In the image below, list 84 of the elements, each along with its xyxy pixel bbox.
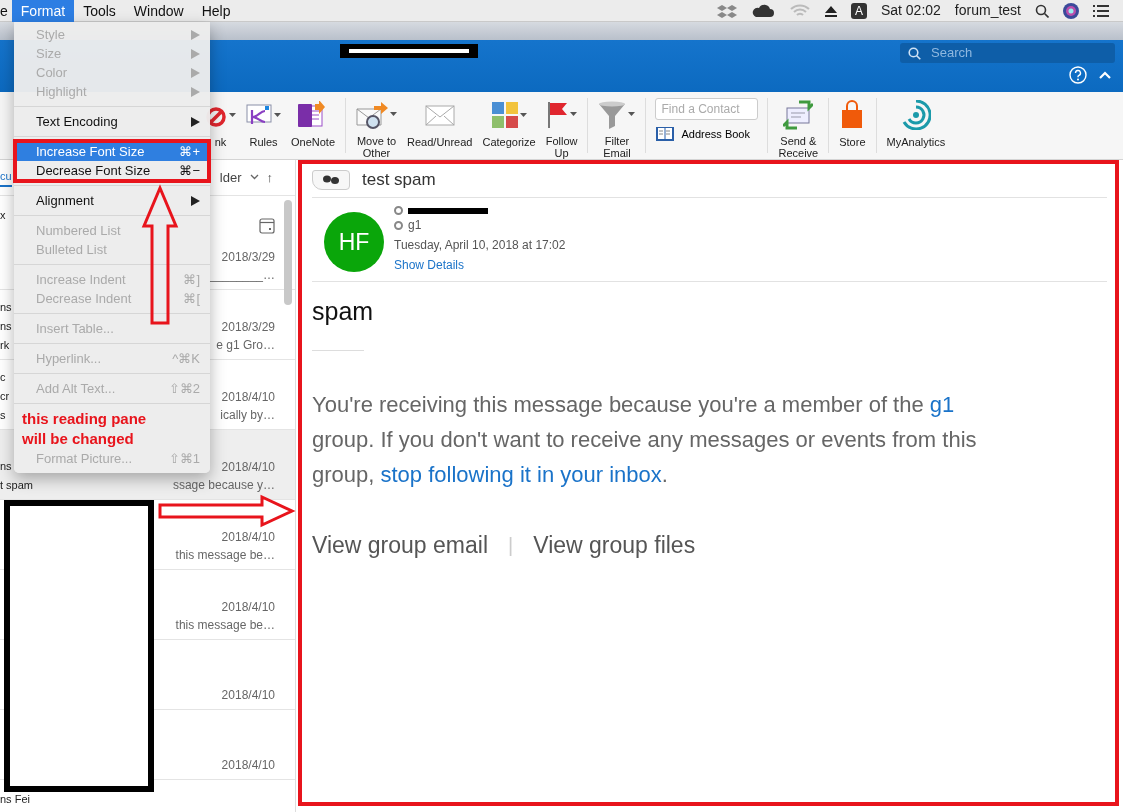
message-preview: this message be… [175,547,275,564]
menu-item[interactable]: Alignment [14,191,210,210]
scrollbar-thumb[interactable] [284,200,292,305]
list-icon[interactable] [1093,3,1109,18]
read-button[interactable]: Read/Unread [402,98,478,159]
group-link[interactable]: View group email [312,528,488,563]
recipient-name: g1 [408,217,422,234]
search-input[interactable]: Search [929,42,1089,64]
folder-label: x [0,208,6,223]
avatar: HF [324,212,384,272]
menu-item[interactable]: Help [192,0,240,22]
message-date: 2018/4/10 [221,687,275,704]
conversation-button[interactable] [312,169,350,190]
message-text: ns [0,300,12,315]
envelope-icon [424,102,455,128]
cloud-icon[interactable] [750,2,775,19]
message-preview: ssage because y… [172,477,275,494]
annotation-note: this reading pane will be changed [22,409,148,449]
message-text: rk [0,338,11,353]
menu-clock[interactable]: Sat 02:02 [880,0,941,21]
rules-button[interactable]: Rules [241,98,286,159]
focused-tab[interactable]: cu [0,168,12,187]
shopping-bag-icon [840,100,865,130]
analytics-button[interactable]: MyAnalytics [881,98,951,159]
onenote-button[interactable]: OneNote [286,98,341,159]
message-date: 2018/4/10 [221,389,275,406]
sendreceive-button[interactable]: Send & Receive [773,98,824,159]
funnel-icon [598,100,627,129]
help-icon[interactable] [1069,66,1087,84]
message-date: 2018/4/10 [221,529,275,546]
message-text: ns [0,319,12,334]
colored-squares-icon [491,102,518,128]
message-text: ns Fei [0,792,30,807]
search-icon[interactable] [1035,3,1049,18]
message-text: t spam [0,478,33,493]
menu-item[interactable]: Decrease Font Size ⌘− [14,161,210,180]
flag-button[interactable]: Follow Up [540,98,583,159]
group-link[interactable]: View group files [533,528,696,563]
flag-icon [546,100,569,129]
concentric-arcs-icon [900,100,931,130]
contact-search-field[interactable]: Find a Contact [655,98,759,120]
address-book-button[interactable]: Address Book [655,126,759,143]
book-icon [655,126,676,143]
show-details-link[interactable]: Show Details [394,255,566,275]
message-date: 2018/4/10 [221,459,275,476]
message-date: 2018/4/10 [221,599,275,616]
menu-item[interactable]: Format [11,0,75,22]
link-separator: | [508,533,514,559]
message-text: c [0,370,7,385]
sort-direction[interactable]: ↑ [266,167,273,188]
menu-item[interactable]: e [0,0,12,22]
store-button[interactable]: Store [834,98,871,159]
collapse-caret-icon[interactable] [1099,71,1111,79]
user-name[interactable]: forum_test [954,0,1021,21]
message-date: 2018/3/29 [221,319,275,336]
menu-item[interactable]: Window [124,0,193,22]
message-subject: test spam [362,168,436,191]
message-body: You're receiving this message because you're a member of the g1 group. If you don't want to receive any messages or events from this group, stop following it in your inbox. [312,391,978,489]
search-icon [908,46,921,60]
message-heading: spam [312,296,375,326]
message-date: 2018/4/10 [221,757,275,774]
message-preview: this message be… [175,617,275,634]
message-preview: e g1 Gro… [216,337,275,354]
message-text: ns [0,459,13,474]
chevron-down-icon[interactable] [249,173,259,180]
input-source-indicator[interactable]: A [850,2,867,19]
filter-button[interactable]: Filter Email [593,98,641,159]
search-bar[interactable]: Search [900,43,1115,63]
message-preview: ________… [209,267,275,284]
message-date: 2018/3/29 [221,249,275,266]
sort-label[interactable]: lder [219,167,242,188]
move-button[interactable]: Move to Other [351,98,403,159]
message-text: cr [0,389,10,404]
envelope-arrows-icon [783,99,814,130]
body-link[interactable]: stop following it in your inbox [380,462,662,487]
message-text: s [0,408,7,423]
message-date: Tuesday, April 10, 2018 at 17:02 [394,237,566,254]
categorize-button[interactable]: Categorize [477,98,541,159]
body-link[interactable]: g1 [929,392,955,417]
envelope-magnifier-icon [356,100,389,129]
menu-item[interactable]: Tools [74,0,125,22]
speech-bubbles-icon [322,174,340,185]
eject-icon[interactable] [824,4,837,17]
message-preview: ically by… [220,407,275,424]
